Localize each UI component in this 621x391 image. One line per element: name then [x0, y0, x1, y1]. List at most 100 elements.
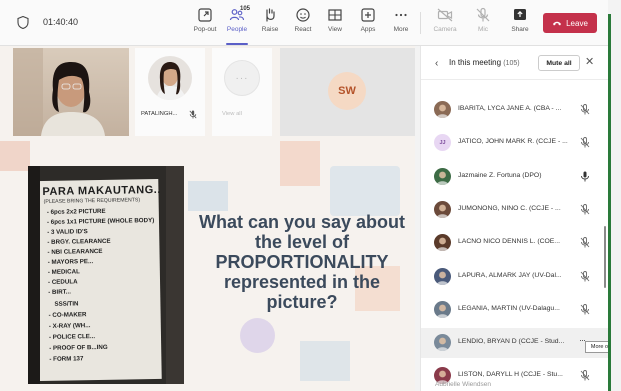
participant-name: LEGANIA, MARTIN (UV-Dalagu...: [458, 304, 560, 312]
sign-title: PARA MAKAUTANG..: [42, 183, 161, 198]
raise-hand-button[interactable]: Raise: [253, 7, 287, 33]
participant-name: JATICO, JOHN MARK R. (CCJE - ...: [458, 138, 568, 146]
partial-participant-row: Aubrielle Wiendsen: [435, 381, 492, 388]
view-button[interactable]: View: [318, 7, 352, 33]
participant-row[interactable]: LENDIO, BRYAN D (CCJE - Stud... ···: [421, 328, 609, 359]
participant-tile-patalingh[interactable]: PATALINGH...: [135, 48, 205, 136]
sign-line: - CO-MAKER: [48, 311, 87, 319]
slide-decor-shape: [280, 141, 320, 186]
participant-list-scrollbar[interactable]: [604, 226, 606, 288]
share-button[interactable]: Share: [503, 7, 537, 33]
participant-name: Jazmaine Z. Fortuna (DPO): [458, 171, 542, 179]
people-label: People: [226, 26, 248, 33]
participant-row[interactable]: Jazmaine Z. Fortuna (DPO): [421, 162, 609, 192]
mic-muted-icon: [580, 303, 590, 315]
avatar: [434, 267, 451, 285]
camera-off-icon: [437, 8, 453, 22]
leave-label: Leave: [566, 18, 588, 28]
toolbar-divider: [420, 12, 421, 34]
leave-button[interactable]: Leave: [543, 13, 597, 33]
popout-icon: [198, 8, 212, 22]
participant-row[interactable]: JJ JATICO, JOHN MARK R. (CCJE - ...: [421, 128, 609, 158]
sign-line: - MAYORS PE...: [47, 258, 94, 266]
mic-button[interactable]: Mic: [466, 7, 500, 33]
sign-line: - MEDICAL: [47, 268, 80, 276]
more-participants-dots: ···: [224, 60, 260, 96]
green-accent-border: [608, 14, 611, 391]
participant-tile-sw[interactable]: SW: [280, 48, 415, 136]
sign-line: - 3 VALID ID'S: [47, 228, 88, 236]
participant-row[interactable]: JUMONONG, NINO C. (CCJE - ...: [421, 195, 609, 225]
camera-button[interactable]: Camera: [428, 7, 462, 33]
grid-view-icon: [328, 9, 342, 21]
mic-on-icon: [581, 171, 589, 182]
more-dots-icon: [395, 13, 407, 17]
view-all-tile[interactable]: ··· View all: [212, 48, 272, 136]
raise-label: Raise: [261, 26, 279, 33]
people-button[interactable]: 105 People: [220, 6, 254, 45]
avatar: [434, 167, 451, 185]
avatar: [434, 300, 451, 318]
participant-name: LAPURA, ALMARK JAY (UV-Dal...: [458, 271, 562, 279]
more-button[interactable]: More: [384, 7, 418, 33]
sign-line: - X-RAY (WH...: [48, 322, 91, 330]
slide-decor-shape: [240, 318, 275, 353]
mute-all-button[interactable]: Mute all: [538, 55, 580, 71]
chevron-left-icon[interactable]: ‹: [435, 58, 438, 69]
hang-up-icon: [553, 21, 562, 26]
camera-label: Camera: [433, 26, 457, 33]
shield-icon: [17, 16, 29, 29]
more-label: More: [393, 26, 409, 33]
video-stage: PATALINGH... ··· View all SW PARA MAKAUT…: [0, 46, 415, 391]
meeting-toolbar: 01:40:40 Pop-out 105 People Raise React …: [0, 0, 621, 46]
panel-title-text: In this meeting: [449, 58, 502, 67]
mic-muted-icon: [189, 110, 197, 119]
avatar: [434, 234, 451, 252]
participant-name: LISTON, DARYLL H (CCJE - Stu...: [458, 371, 563, 379]
slide-decor-shape: [300, 341, 350, 381]
participant-row[interactable]: LAPURA, ALMARK JAY (UV-Dal...: [421, 262, 609, 292]
mic-muted-icon: [580, 137, 590, 148]
mic-muted-icon: [580, 104, 590, 115]
share-label: Share: [511, 26, 529, 33]
mic-muted-icon: [580, 203, 590, 215]
raise-hand-icon: [266, 8, 275, 22]
requirements-sign-photo: PARA MAKAUTANG.. (PLEASE BRING THE REQUI…: [28, 166, 184, 384]
sign-line: - POLICE CLE...: [48, 333, 96, 341]
panel-title: In this meeting (105): [449, 58, 520, 67]
participant-video-tile[interactable]: [13, 48, 129, 136]
close-icon[interactable]: ✕: [585, 55, 594, 68]
slide-question-text: What can you say about the level of PROP…: [198, 212, 406, 312]
meeting-timer: 01:40:40: [43, 17, 79, 27]
participant-name-label: PATALINGH...: [141, 111, 178, 117]
popout-label: Pop-out: [193, 26, 217, 33]
apps-label: Apps: [360, 26, 376, 33]
react-label: React: [294, 26, 312, 33]
participants-panel: ‹ In this meeting (105) Mute all ✕ IBARI…: [420, 46, 609, 391]
view-label: View: [328, 26, 342, 33]
participant-avatar-photo: [148, 56, 192, 100]
participant-row[interactable]: IBARITA, LYCA JANE A. (CBA - ...: [421, 95, 609, 125]
people-count-badge: 105: [240, 6, 251, 12]
sign-line: - NBI CLEARANCE: [47, 247, 103, 256]
view-all-label: View all: [222, 111, 242, 117]
sign-line: - PROOF OF B...ING: [49, 343, 108, 352]
smiley-icon: [296, 8, 310, 22]
sign-subtitle: (PLEASE BRING THE REQUIREMENTS): [43, 197, 141, 205]
participant-row[interactable]: LEGANIA, MARTIN (UV-Dalagu...: [421, 295, 609, 325]
participant-name: IBARITA, LYCA JANE A. (CBA - ...: [458, 105, 562, 112]
popout-button[interactable]: Pop-out: [188, 7, 222, 33]
participant-row[interactable]: LACNO NICO DENNIS L. (COE...: [421, 228, 609, 258]
sign-line: - BIRT...: [48, 288, 71, 296]
participant-name: LACNO NICO DENNIS L. (COE...: [458, 238, 560, 246]
react-button[interactable]: React: [286, 7, 320, 33]
sign-board: PARA MAKAUTANG.. (PLEASE BRING THE REQUI…: [36, 178, 162, 382]
avatar: [434, 200, 451, 218]
apps-icon: [361, 8, 375, 22]
mic-muted-icon: [580, 270, 590, 281]
apps-button[interactable]: Apps: [351, 7, 385, 33]
mic-label: Mic: [477, 26, 489, 33]
panel-header: ‹ In this meeting (105) Mute all ✕: [421, 46, 609, 80]
participant-name: JUMONONG, NINO C. (CCJE - ...: [458, 204, 561, 212]
slide-decor-shape: [188, 181, 228, 211]
